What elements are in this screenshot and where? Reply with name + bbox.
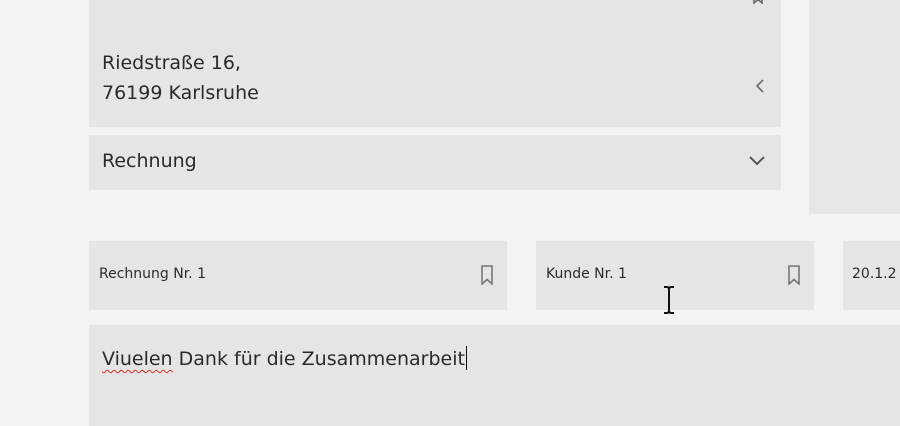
chevron-down-icon[interactable] <box>748 155 766 167</box>
message-text: Viuelen Dank für die Zusammenarbeit <box>102 346 468 370</box>
document-type-select[interactable]: Rechnung <box>89 135 781 190</box>
bookmark-icon[interactable] <box>787 265 801 285</box>
address-text: Riedstraße 16, 76199 Karlsruhe <box>102 48 259 108</box>
date-field[interactable]: 20.1.2 <box>843 241 900 310</box>
address-street: Riedstraße 16, <box>102 52 241 74</box>
side-panel <box>809 0 900 214</box>
date-label: 20.1.2 <box>852 266 897 282</box>
text-cursor-icon <box>662 286 676 314</box>
invoice-number-label: Rechnung Nr. 1 <box>99 266 206 282</box>
bookmark-icon[interactable] <box>480 265 494 285</box>
bookmark-icon[interactable] <box>751 0 765 4</box>
document-type-value: Rechnung <box>102 150 197 172</box>
misspelled-word: Viuelen <box>102 348 173 370</box>
message-rest: Dank für die Zusammenarbeit <box>172 348 465 370</box>
invoice-number-field[interactable]: Rechnung Nr. 1 <box>89 241 507 310</box>
address-city: 76199 Karlsruhe <box>102 82 259 104</box>
address-panel[interactable]: Riedstraße 16, 76199 Karlsruhe <box>89 0 781 127</box>
text-caret <box>465 346 468 370</box>
chevron-left-icon[interactable] <box>755 78 765 94</box>
customer-number-label: Kunde Nr. 1 <box>546 266 627 282</box>
message-textarea[interactable]: Viuelen Dank für die Zusammenarbeit <box>89 325 900 426</box>
